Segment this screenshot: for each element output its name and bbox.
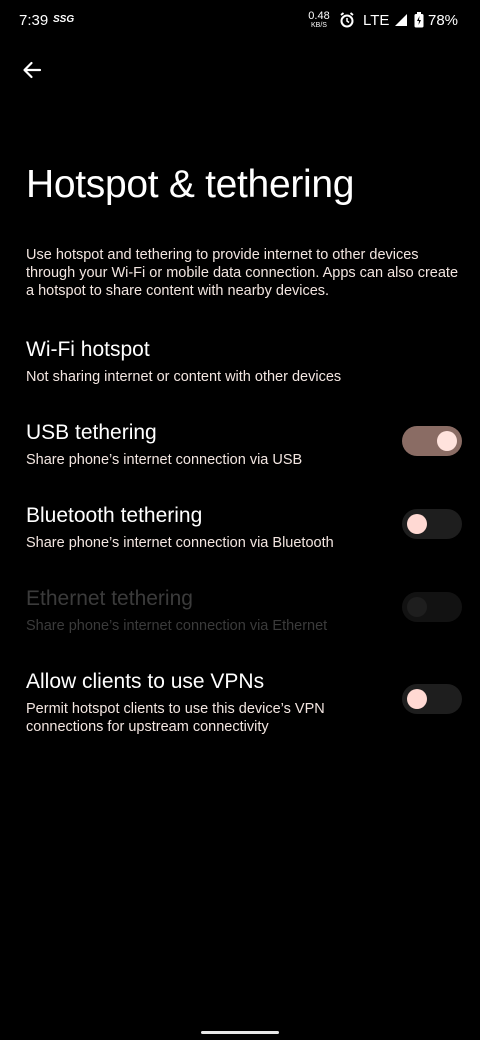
setting-title: Bluetooth tethering (26, 504, 203, 527)
signal-strength-icon (394, 13, 408, 31)
toggle-thumb (407, 597, 427, 617)
setting-summary: Share phone’s internet connection via Bl… (26, 535, 334, 551)
bluetooth-tethering-toggle[interactable] (402, 509, 462, 539)
network-speed: 0.48 KB/S (306, 11, 332, 31)
page-title: Hotspot & tethering (26, 163, 355, 206)
setting-title: USB tethering (26, 421, 157, 444)
setting-title: Allow clients to use VPNs (26, 670, 265, 693)
toggle-thumb (407, 689, 427, 709)
arrow-back-icon (23, 61, 42, 79)
alarm-icon (339, 12, 355, 32)
setting-title: Wi-Fi hotspot (26, 338, 150, 361)
setting-summary: Not sharing internet or content with oth… (26, 369, 342, 385)
setting-ethernet-tethering: Ethernet tethering Share phone’s interne… (0, 587, 480, 667)
intro-description: Use hotspot and tethering to provide int… (26, 247, 459, 299)
setting-title: Ethernet tethering (26, 587, 193, 610)
usb-tethering-toggle[interactable] (402, 426, 462, 456)
toggle-thumb (407, 514, 427, 534)
setting-summary: Share phone’s internet connection via US… (26, 452, 303, 468)
status-time: 7:39 (19, 12, 49, 29)
status-bar: 7:39 SSG 0.48 KB/S LTE 78% (0, 0, 480, 42)
network-speed-value: 0.48 (308, 10, 330, 22)
setting-summary: Permit hotspot clients to use this devic… (26, 701, 325, 735)
navigation-handle[interactable] (201, 1031, 279, 1034)
network-speed-unit: KB/S (311, 22, 327, 29)
carrier-badge: SSG (53, 14, 75, 25)
setting-allow-vpn-clients[interactable]: Allow clients to use VPNs Permit hotspot… (0, 670, 480, 760)
ethernet-tethering-toggle (402, 592, 462, 622)
battery-percent: 78% (428, 12, 459, 29)
toggle-thumb (437, 431, 457, 451)
setting-bluetooth-tethering[interactable]: Bluetooth tethering Share phone’s intern… (0, 504, 480, 584)
back-button[interactable] (12, 50, 52, 90)
network-type: LTE (363, 12, 390, 29)
setting-wifi-hotspot[interactable]: Wi-Fi hotspot Not sharing internet or co… (0, 338, 480, 418)
battery-icon (414, 12, 424, 32)
setting-usb-tethering[interactable]: USB tethering Share phone’s internet con… (0, 421, 480, 501)
setting-summary: Share phone’s internet connection via Et… (26, 618, 328, 634)
allow-vpn-clients-toggle[interactable] (402, 684, 462, 714)
